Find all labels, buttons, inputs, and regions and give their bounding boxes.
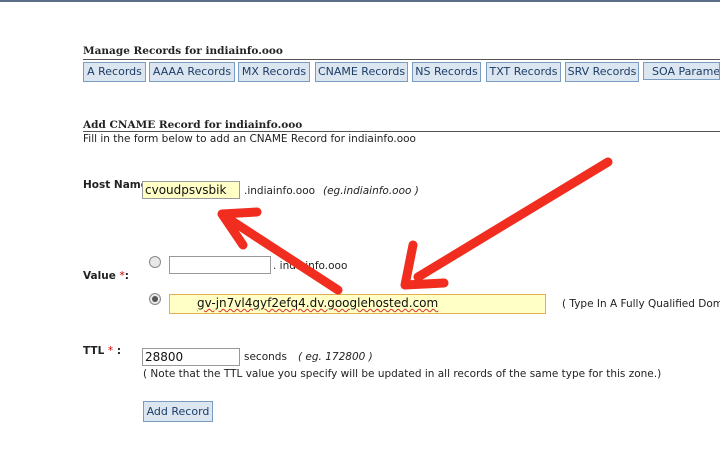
arrow-to-host-name [217, 207, 343, 295]
arrow-to-value-field [400, 157, 613, 290]
annotation-arrows [217, 157, 613, 295]
